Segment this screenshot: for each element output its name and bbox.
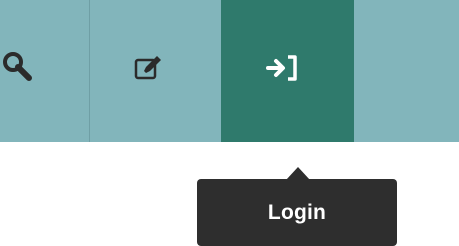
edit-icon	[134, 55, 164, 86]
search-button[interactable]	[0, 0, 90, 142]
tooltip-label: Login	[267, 200, 327, 224]
edit-button[interactable]	[90, 0, 221, 142]
toolbar-extra-area	[354, 0, 459, 142]
login-icon	[265, 54, 300, 87]
search-icon	[2, 51, 36, 90]
page: Login	[0, 0, 459, 246]
toolbar	[0, 0, 459, 142]
login-tooltip: Login	[197, 179, 397, 246]
login-button[interactable]	[221, 0, 354, 142]
